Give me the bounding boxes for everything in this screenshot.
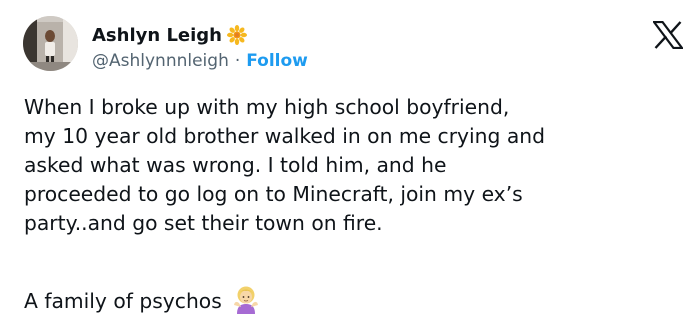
tweet-text-line: my 10 year old brother walked in on me c… (24, 124, 546, 148)
x-logo-icon[interactable] (651, 20, 685, 50)
separator-dot: · (234, 51, 241, 71)
tweet-text-line: proceeded to go log on to Minecraft, joi… (24, 182, 523, 206)
tweet-text: When I broke up with my high school boyf… (24, 93, 694, 238)
sunflower-badge-icon (227, 25, 247, 45)
tweet-closing-text: A family of psychos (24, 289, 222, 313)
author-display-name[interactable]: Ashlyn Leigh (92, 25, 222, 46)
author-handle-row: @Ashlynnnleigh · Follow (92, 49, 308, 73)
follow-button[interactable]: Follow (246, 51, 308, 71)
profile-photo-icon (23, 16, 78, 71)
tweet-text-line: party..and go set their town on fire. (24, 211, 383, 235)
tweet-closing-line: A family of psychos (24, 286, 260, 316)
author-handle[interactable]: @Ashlynnnleigh (92, 51, 229, 71)
tweet-card: Ashlyn Leigh @Ashlynnnleigh · Follow Whe… (0, 0, 698, 317)
tweet-text-line: When I broke up with my high school boyf… (24, 95, 510, 119)
tweet-text-line: asked what was wrong. I told him, and he (24, 153, 447, 177)
author-name-row: Ashlyn Leigh (92, 22, 247, 48)
woman-shrugging-emoji-icon (232, 286, 260, 314)
avatar[interactable] (23, 16, 78, 71)
